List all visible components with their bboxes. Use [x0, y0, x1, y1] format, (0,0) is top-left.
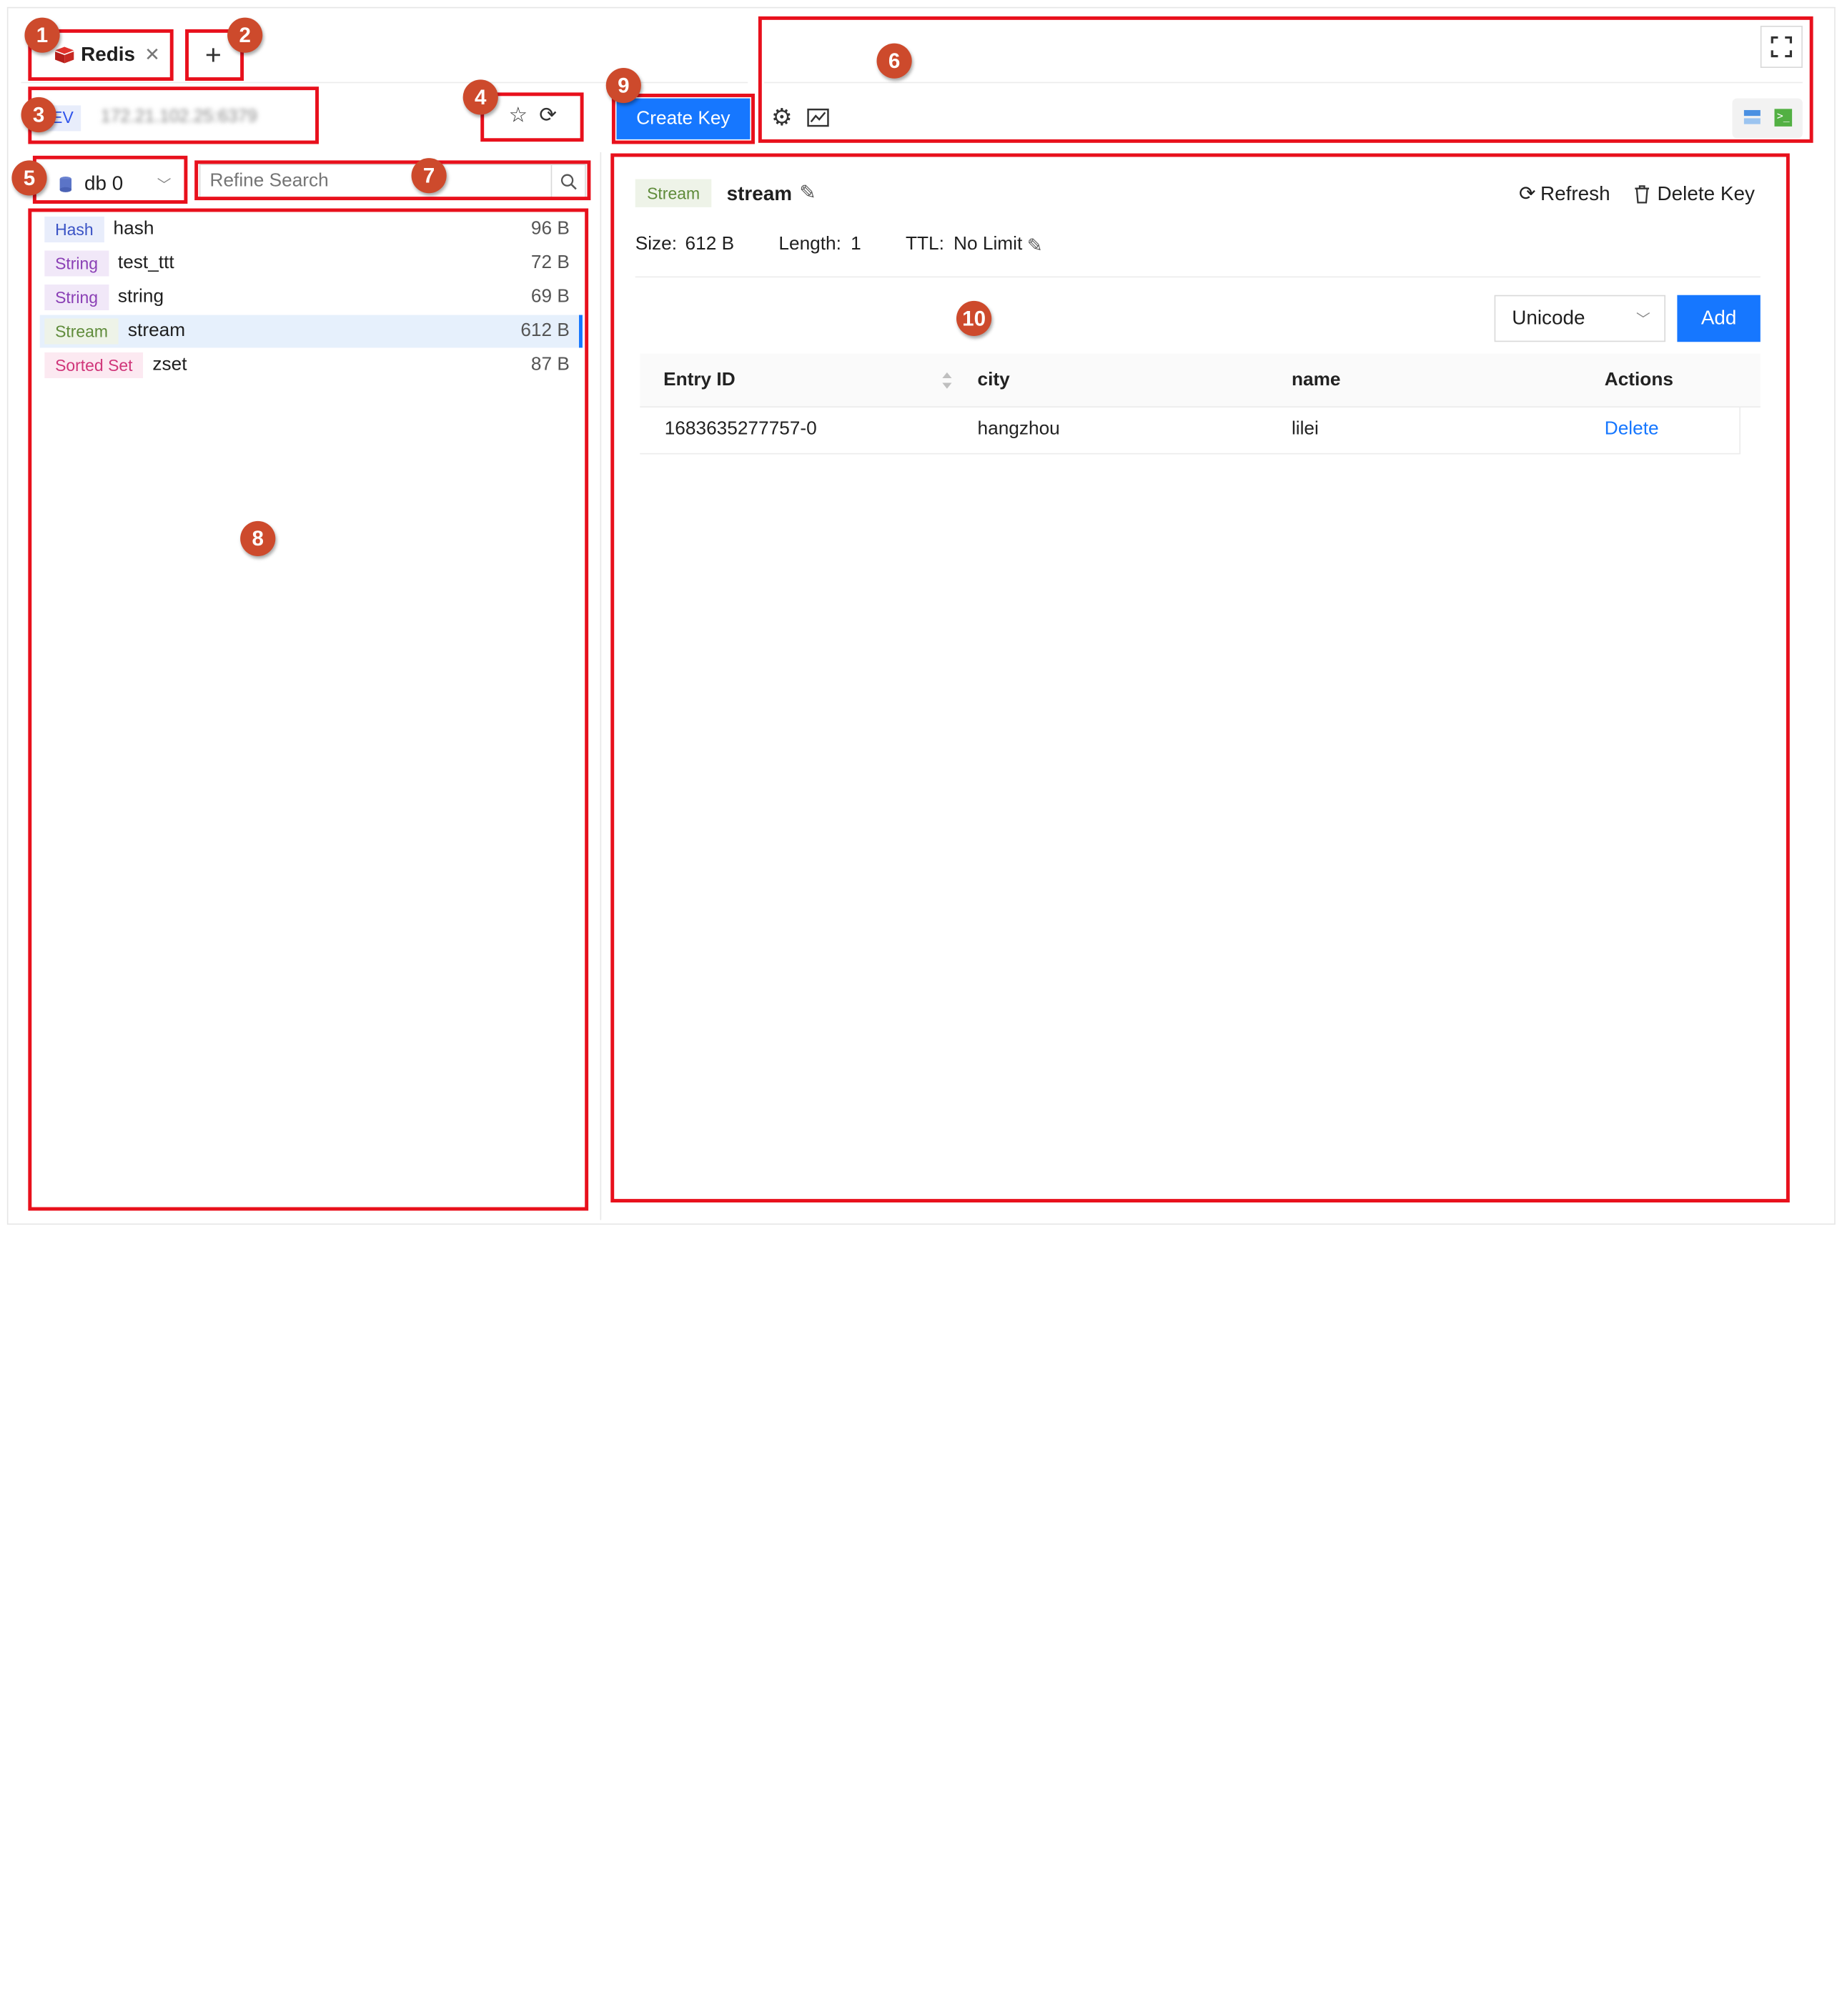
app-window: Redis ✕ + EV 172.21.102.25:6379 ☆ ⟳ db 0… [0, 0, 1837, 2016]
delete-key-button[interactable]: Delete Key [1634, 182, 1755, 206]
format-select-value: Unicode [1512, 307, 1585, 330]
table-header [640, 353, 1761, 407]
detail-key-name: stream [726, 182, 793, 205]
cell-name: lilei [1291, 419, 1319, 440]
column-header-city: city [977, 370, 1010, 390]
chevron-down-icon: ﹀ [1635, 310, 1650, 327]
annotation-badge: 6 [876, 43, 912, 79]
table-scrollbar[interactable] [1739, 407, 1761, 455]
annotation-badge: 4 [462, 79, 498, 115]
key-list-item[interactable]: Hash hash 96 B [40, 213, 579, 246]
cell-city: hangzhou [977, 419, 1060, 440]
annotation-badge: 1 [24, 17, 60, 53]
annotation-badge: 2 [227, 17, 263, 53]
key-type-tag: Stream [44, 318, 119, 345]
info-divider [635, 276, 1761, 278]
terminal-icon[interactable]: >_ [1774, 109, 1793, 127]
cell-entry-id: 1683635277757-0 [664, 419, 817, 440]
format-select[interactable]: Unicode ﹀ [1494, 295, 1666, 342]
search-button[interactable] [550, 164, 585, 198]
key-size: 96 B [530, 219, 570, 239]
annotation-badge: 8 [240, 520, 276, 556]
key-type-tag: Sorted Set [44, 352, 144, 379]
delete-entry-link[interactable]: Delete [1605, 419, 1659, 440]
ttl-value: No Limit [954, 234, 1023, 255]
annotation-badge: 3 [21, 97, 56, 133]
rename-key-icon[interactable]: ✎ [799, 182, 816, 205]
key-size: 87 B [530, 355, 570, 375]
db-select-value: db 0 [84, 172, 124, 194]
toolbar-divider [764, 81, 1803, 84]
panel-divider [600, 152, 602, 1220]
key-name: stream [127, 320, 186, 341]
key-type-tag: Hash [44, 216, 104, 243]
key-size: 69 B [530, 287, 570, 307]
fullscreen-icon [1771, 36, 1793, 58]
column-header-entry-id[interactable]: Entry ID [663, 370, 736, 391]
column-header-name: name [1291, 370, 1341, 390]
refresh-label: Refresh [1540, 182, 1610, 205]
annotation-badge: 9 [605, 67, 641, 104]
key-type-tag: String [44, 250, 109, 277]
key-name: test_ttt [117, 252, 174, 273]
refresh-button[interactable]: ⟳ Refresh [1519, 182, 1610, 206]
delete-key-label: Delete Key [1657, 182, 1755, 205]
edit-ttl-icon[interactable]: ✎ [1027, 234, 1043, 258]
annotation-badge: 5 [11, 160, 47, 196]
tab-close-icon[interactable]: ✕ [144, 44, 160, 67]
key-type-tag: String [44, 284, 109, 311]
redis-logo-icon [55, 46, 74, 64]
search-box [199, 164, 586, 199]
key-size: 612 B [520, 320, 570, 341]
key-name: string [117, 287, 164, 307]
chart-icon[interactable] [806, 108, 830, 129]
add-entry-button[interactable]: Add [1677, 295, 1761, 342]
key-list: Hash hash 96 B String test_ttt 72 B Stri… [31, 211, 584, 1208]
key-list-item[interactable]: String test_ttt 72 B [40, 247, 579, 280]
star-icon[interactable]: ☆ [509, 103, 533, 131]
key-list-item-selected[interactable]: Stream stream 612 B [39, 315, 583, 348]
detail-type-tag: Stream [635, 179, 712, 207]
size-label: Size: [635, 234, 678, 255]
key-info-row: Size: 612 B Length: 1 TTL: No Limit ✎ [635, 234, 1043, 258]
sort-icon[interactable] [941, 371, 953, 390]
db-select[interactable]: db 0 ﹀ [47, 164, 183, 204]
annotation-badge: 10 [956, 300, 992, 337]
chevron-down-icon: ﹀ [157, 176, 172, 193]
fullscreen-button[interactable] [1760, 26, 1803, 68]
refresh-icon[interactable]: ⟳ [539, 103, 563, 131]
settings-icon[interactable]: ⚙ [769, 103, 795, 131]
list-view-icon[interactable] [1743, 109, 1761, 124]
view-toggle: >_ [1732, 98, 1803, 139]
length-value: 1 [851, 234, 861, 255]
key-name: hash [113, 219, 154, 239]
tab-label: Redis [81, 43, 136, 66]
ttl-label: TTL: [905, 234, 944, 255]
key-list-item[interactable]: String string 69 B [40, 281, 579, 314]
plus-icon: + [204, 39, 222, 71]
trash-icon [1635, 185, 1650, 204]
annotation-badge: 7 [411, 158, 447, 194]
connection-address: 172.21.102.25:6379 [101, 107, 257, 127]
create-key-button[interactable]: Create Key [616, 98, 751, 139]
length-label: Length: [778, 234, 841, 255]
column-header-actions: Actions [1604, 370, 1673, 390]
refresh-icon: ⟳ [1519, 182, 1536, 205]
key-list-item[interactable]: Sorted Set zset 87 B [40, 349, 579, 382]
database-icon [59, 176, 72, 192]
search-input[interactable] [200, 164, 553, 198]
search-icon [560, 173, 576, 189]
key-size: 72 B [530, 252, 570, 273]
size-value: 612 B [685, 234, 735, 255]
key-name: zset [152, 355, 187, 375]
